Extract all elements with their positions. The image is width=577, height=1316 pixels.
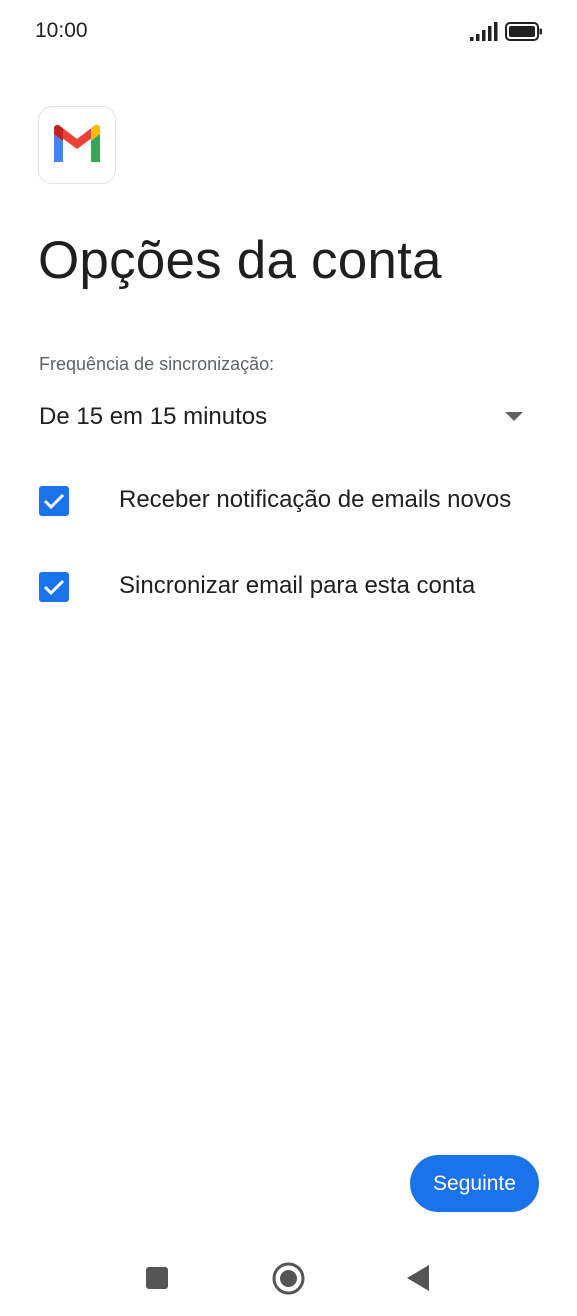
home-icon[interactable] (272, 1262, 305, 1295)
checkmark-icon (43, 579, 65, 596)
notify-new-emails-checkbox[interactable] (39, 486, 69, 516)
gmail-logo-icon (54, 124, 100, 162)
notify-new-emails-label: Receber notificação de emails novos (119, 486, 512, 513)
checkmark-icon (43, 493, 65, 510)
status-bar: 10:00 (0, 0, 577, 64)
sync-frequency-value: De 15 em 15 minutos (39, 403, 268, 430)
next-button[interactable]: Seguinte (410, 1155, 539, 1212)
recents-icon[interactable] (146, 1267, 168, 1289)
sync-email-label: Sincronizar email para esta conta (119, 572, 476, 599)
gmail-logo (38, 106, 116, 184)
signal-icon (470, 22, 498, 41)
account-options-screen: 10:00 Opções da conta Frequência de sinc… (0, 0, 577, 1316)
sync-email-option[interactable]: Sincronizar email para esta conta (39, 562, 549, 612)
page-title: Opções da conta (38, 231, 442, 290)
status-time: 10:00 (35, 19, 88, 42)
sync-email-checkbox[interactable] (39, 572, 69, 602)
sync-frequency-label: Frequência de sincronização: (39, 354, 275, 374)
notify-new-emails-option[interactable]: Receber notificação de emails novos (39, 476, 549, 526)
dropdown-arrow-icon (505, 412, 523, 421)
sync-frequency-dropdown[interactable]: De 15 em 15 minutos (39, 396, 529, 440)
back-icon[interactable] (406, 1264, 430, 1292)
battery-icon (505, 22, 542, 41)
